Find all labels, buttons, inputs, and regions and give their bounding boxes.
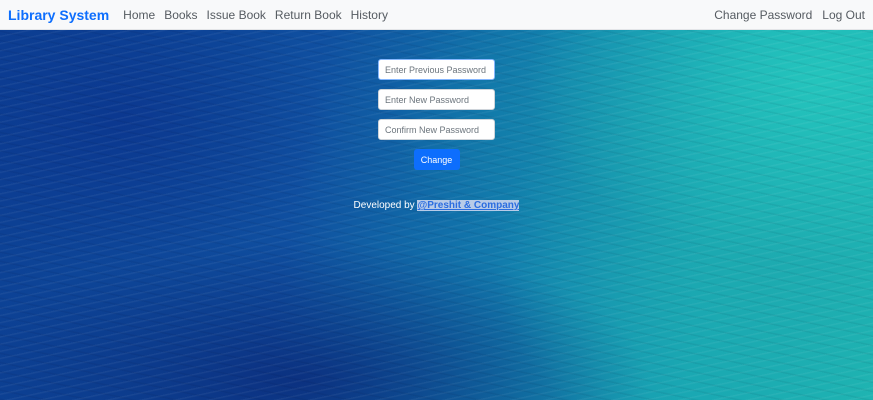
nav-books[interactable]: Books bbox=[164, 8, 197, 22]
nav-change-password[interactable]: Change Password bbox=[714, 8, 812, 22]
nav-right-links: Change Password Log Out bbox=[704, 8, 865, 22]
footer-credit-link[interactable]: @Preshit & Company bbox=[417, 200, 520, 211]
confirm-password-field[interactable] bbox=[378, 119, 495, 140]
footer: Developed by @Preshit & Company bbox=[0, 200, 873, 211]
change-button[interactable]: Change bbox=[413, 149, 460, 170]
brand-logo[interactable]: Library System bbox=[8, 7, 109, 23]
nav-links: Home Books Issue Book Return Book Histor… bbox=[123, 8, 397, 22]
previous-password-field[interactable] bbox=[378, 59, 495, 80]
nav-return-book[interactable]: Return Book bbox=[275, 8, 342, 22]
footer-prefix: Developed by bbox=[353, 200, 415, 211]
nav-log-out[interactable]: Log Out bbox=[822, 8, 865, 22]
change-password-form: Change bbox=[378, 59, 495, 170]
new-password-field[interactable] bbox=[378, 89, 495, 110]
nav-home[interactable]: Home bbox=[123, 8, 155, 22]
nav-issue-book[interactable]: Issue Book bbox=[207, 8, 266, 22]
nav-history[interactable]: History bbox=[351, 8, 388, 22]
navbar: Library System Home Books Issue Book Ret… bbox=[0, 0, 873, 30]
